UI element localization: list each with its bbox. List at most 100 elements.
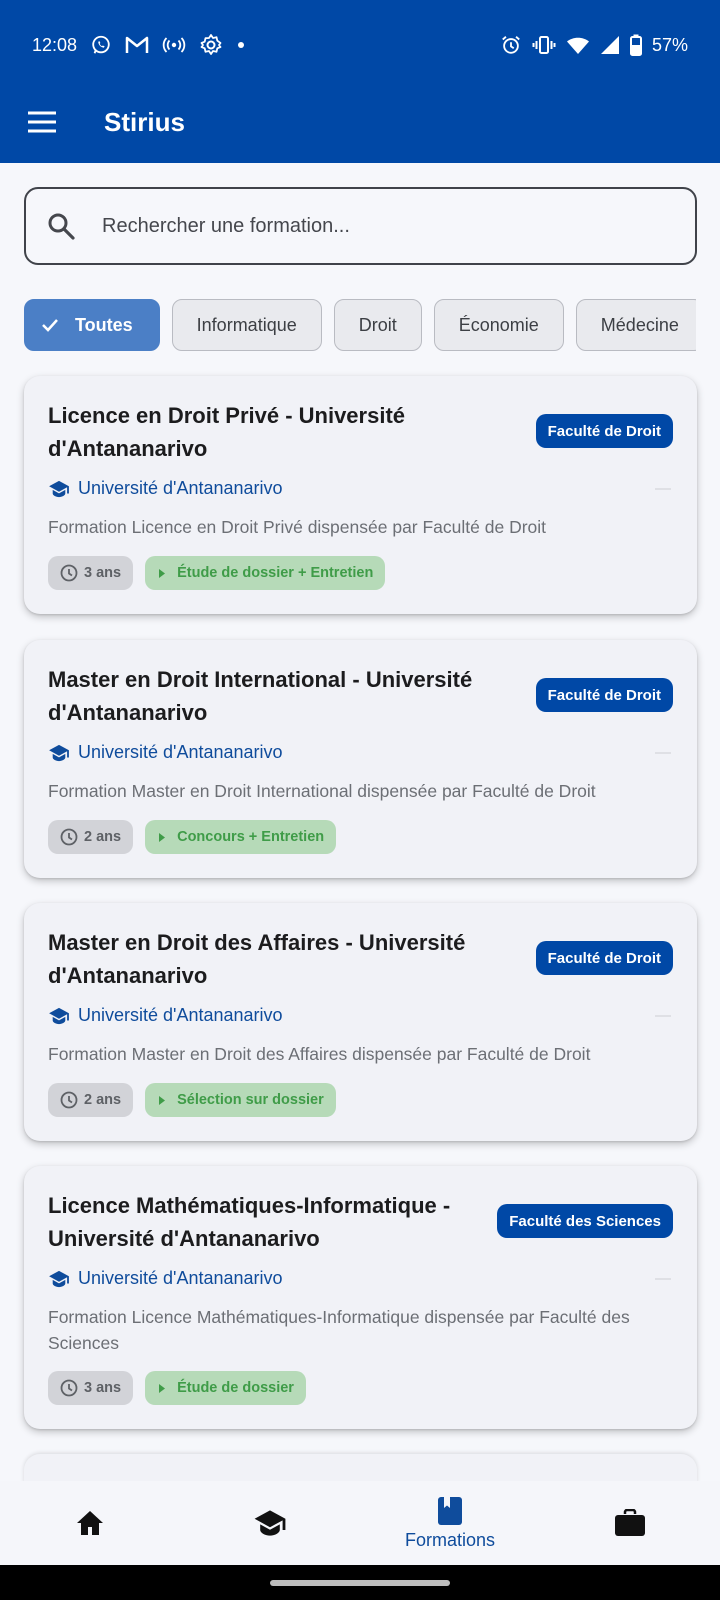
vibrate-icon [532, 34, 556, 56]
clock-icon [60, 828, 78, 846]
top-bar: 12:08 57% Stirius [0, 0, 720, 163]
battery-icon [629, 34, 642, 56]
chip-droit[interactable]: Droit [333, 299, 422, 351]
university-name: Université d'Antananarivo [78, 478, 283, 498]
arrow-right-icon [159, 1383, 166, 1393]
school-icon [49, 480, 69, 497]
card-university: Université d'Antananarivo [48, 478, 283, 499]
duration-tag: 2 ans [48, 1083, 134, 1117]
app-title: Stirius [104, 106, 185, 137]
card-title: Licence en Droit Privé - Université d'An… [48, 403, 406, 461]
clock-icon [60, 564, 78, 582]
battery-percent: 57% [651, 34, 688, 55]
card-tags: 3 ans Étude de dossier [48, 1371, 306, 1405]
card-tags: 2 ans Sélection sur dossier [48, 1083, 336, 1117]
chip-label: Médecine [600, 314, 679, 335]
card-university: Université d'Antananarivo [48, 1005, 283, 1026]
chip-medecine[interactable]: Médecine [575, 299, 696, 351]
bottom-navigation: Formations [0, 1481, 720, 1565]
card-description: Formation Master en Droit des Affaires d… [48, 1044, 591, 1064]
arrow-right-icon [159, 832, 166, 842]
admission-text: Étude de dossier + Entretien [177, 565, 374, 581]
home-indicator[interactable] [270, 1580, 450, 1586]
filter-chips: Toutes Informatique Droit Économie Médec… [24, 299, 696, 353]
duration-tag: 3 ans [48, 1371, 134, 1405]
nav-jobs[interactable] [540, 1481, 720, 1565]
search-input[interactable] [102, 214, 662, 238]
school-icon [254, 1510, 286, 1536]
gmail-icon [125, 35, 149, 55]
admission-text: Sélection sur dossier [177, 1092, 324, 1108]
arrow-right-icon [159, 568, 166, 578]
admission-tag: Étude de dossier [145, 1371, 306, 1405]
nav-universities[interactable] [180, 1481, 360, 1565]
search-bar[interactable] [24, 187, 697, 265]
clock-icon [60, 1379, 78, 1397]
formation-card-partial[interactable] [24, 1454, 697, 1484]
university-name: Université d'Antananarivo [78, 742, 283, 762]
nav-formations[interactable]: Formations [360, 1481, 540, 1565]
card-tags: 2 ans Concours + Entretien [48, 820, 337, 854]
duration-text: 3 ans [84, 1380, 122, 1396]
divider [655, 1278, 671, 1280]
chip-toutes[interactable]: Toutes [24, 299, 160, 351]
card-title: Master en Droit International - Universi… [48, 667, 473, 725]
home-icon [77, 1511, 103, 1535]
university-name: Université d'Antananarivo [78, 1005, 283, 1025]
duration-tag: 3 ans [48, 556, 134, 590]
divider [655, 1015, 671, 1017]
card-description: Formation Licence Mathématiques-Informat… [48, 1307, 630, 1353]
status-bar: 12:08 57% [0, 28, 720, 62]
formation-card[interactable]: Master en Droit International - Universi… [24, 640, 697, 878]
menu-button[interactable] [26, 106, 58, 138]
card-description: Formation Master en Droit International … [48, 781, 596, 801]
faculty-badge: Faculté des Sciences [497, 1204, 673, 1238]
duration-text: 2 ans [84, 829, 122, 845]
school-icon [49, 744, 69, 761]
card-title: Licence Mathématiques-Informatique - Uni… [48, 1193, 451, 1251]
card-title: Master en Droit des Affaires - Universit… [48, 930, 466, 988]
app-bar: Stirius [0, 96, 720, 148]
signal-icon [600, 35, 620, 55]
formation-card[interactable]: Licence Mathématiques-Informatique - Uni… [24, 1166, 697, 1429]
faculty-badge: Faculté de Droit [535, 678, 673, 712]
card-university: Université d'Antananarivo [48, 742, 283, 763]
divider [655, 488, 671, 490]
chip-label: Toutes [75, 314, 133, 335]
admission-tag: Sélection sur dossier [145, 1083, 336, 1117]
search-icon [48, 213, 75, 240]
wifi-icon [566, 35, 590, 55]
duration-text: 2 ans [84, 1092, 122, 1108]
menu-icon [28, 111, 56, 133]
clock-icon [60, 1091, 78, 1109]
settings-icon [199, 33, 223, 57]
duration-tag: 2 ans [48, 820, 134, 854]
chip-informatique[interactable]: Informatique [171, 299, 322, 351]
divider [655, 752, 671, 754]
duration-text: 3 ans [84, 565, 122, 581]
arrow-right-icon [159, 1095, 166, 1105]
nav-home[interactable] [0, 1481, 180, 1565]
university-name: Université d'Antananarivo [78, 1268, 283, 1288]
chip-label: Droit [358, 314, 397, 335]
formation-card[interactable]: Licence en Droit Privé - Université d'An… [24, 376, 697, 614]
admission-text: Concours + Entretien [177, 829, 325, 845]
card-tags: 3 ans Étude de dossier + Entretien [48, 556, 386, 590]
formation-card[interactable]: Master en Droit des Affaires - Universit… [24, 903, 697, 1141]
whatsapp-icon [90, 34, 112, 56]
admission-tag: Concours + Entretien [145, 820, 337, 854]
admission-text: Étude de dossier [177, 1380, 294, 1396]
faculty-badge: Faculté de Droit [535, 414, 673, 448]
status-time: 12:08 [32, 34, 78, 55]
dot-icon [236, 40, 246, 50]
school-icon [49, 1007, 69, 1024]
alarm-icon [500, 34, 522, 56]
nav-label: Formations [404, 1529, 496, 1550]
book-icon [438, 1496, 462, 1525]
gesture-bar [0, 1565, 720, 1600]
chip-label: Économie [458, 314, 539, 335]
card-description: Formation Licence en Droit Privé dispens… [48, 517, 547, 537]
faculty-badge: Faculté de Droit [535, 941, 673, 975]
chip-economie[interactable]: Économie [433, 299, 564, 351]
admission-tag: Étude de dossier + Entretien [145, 556, 386, 590]
